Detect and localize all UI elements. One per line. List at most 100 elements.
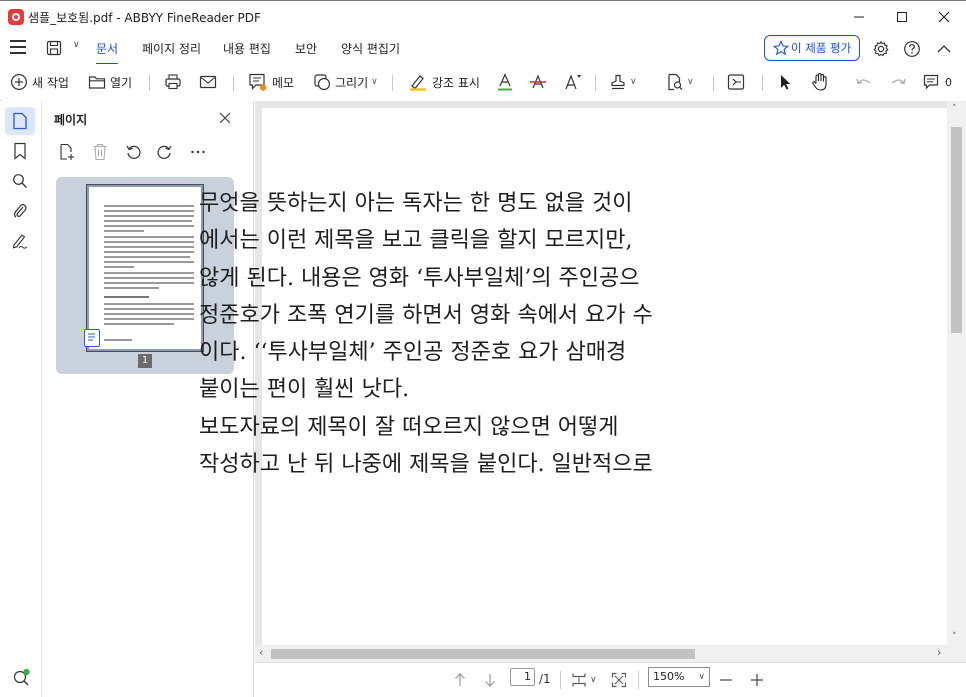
more-options-button[interactable]: [189, 143, 207, 161]
help-icon[interactable]: [903, 40, 921, 58]
maximize-button[interactable]: [880, 1, 924, 33]
toolbar: 새 작업 열기 메모 그리기 ∨ 강조 표시 ∨ ∨ 0: [0, 64, 966, 100]
collapse-ribbon-chevron-icon[interactable]: [935, 40, 953, 58]
tab-organize-pages[interactable]: 페이지 정리: [142, 40, 201, 57]
horizontal-scroll-thumb[interactable]: [271, 649, 695, 659]
new-task-button[interactable]: 새 작업: [10, 73, 69, 91]
thumbnail-text-line: [104, 266, 134, 268]
search-dropdown-chevron-icon: ∨: [687, 77, 694, 87]
rail-search-button[interactable]: [5, 167, 35, 195]
thumbnail-text-line: [104, 215, 194, 217]
shapes-icon: [314, 74, 331, 91]
zoom-out-button[interactable]: [719, 671, 733, 689]
tab-form-editor[interactable]: 양식 편집기: [341, 40, 400, 57]
strikethrough-text-button[interactable]: [529, 73, 547, 91]
insert-text-button[interactable]: [563, 73, 583, 91]
tab-security[interactable]: 보안: [295, 40, 317, 57]
close-window-button[interactable]: [922, 1, 966, 33]
page-view-mode-button[interactable]: ∨: [571, 671, 597, 689]
compare-documents-icon: [727, 74, 745, 90]
draw-button[interactable]: 그리기 ∨: [313, 73, 378, 91]
toolbar-divider: [233, 75, 234, 91]
document-text: 무엇을 뜻하는지 아는 독자는 한 명도 없을 것이 에서는 이런 제목을 보고…: [199, 185, 799, 483]
signature-pen-icon: [12, 234, 28, 249]
panel-close-icon[interactable]: [218, 111, 232, 125]
rail-pages-button[interactable]: [5, 107, 35, 135]
menu-bar: ∨ 문서 페이지 정리 내용 편집 보안 양식 편집기 이 제품 평가: [0, 32, 966, 65]
hamburger-menu-icon[interactable]: [10, 40, 26, 54]
thumbnail-text-line: [104, 210, 194, 212]
minimize-button[interactable]: [837, 1, 881, 33]
open-button[interactable]: 열기: [88, 73, 132, 91]
hand-icon: [812, 72, 827, 91]
underline-text-button[interactable]: [496, 72, 514, 91]
email-button[interactable]: [199, 73, 217, 91]
vertical-scrollbar[interactable]: ˄ ˅: [947, 101, 966, 646]
zoom-in-button[interactable]: [750, 671, 764, 689]
zoom-select[interactable]: 150% ∨: [648, 667, 710, 687]
undo-button[interactable]: [855, 73, 873, 91]
save-icon[interactable]: [46, 40, 62, 56]
insert-text-icon: [565, 74, 581, 90]
vertical-scroll-thumb[interactable]: [951, 127, 962, 333]
settings-gear-icon[interactable]: [872, 40, 890, 58]
next-page-button[interactable]: [483, 671, 497, 689]
scroll-right-arrow-icon[interactable]: ›: [937, 646, 941, 659]
arrow-down-icon: [485, 674, 495, 687]
ellipsis-icon: [191, 150, 205, 154]
previous-page-button[interactable]: [453, 671, 467, 689]
thumbnail-text-line: [104, 256, 190, 258]
new-task-label: 새 작업: [32, 75, 69, 90]
search-page-button[interactable]: ∨: [666, 73, 694, 91]
memo-button[interactable]: 메모: [248, 73, 294, 91]
scroll-left-arrow-icon[interactable]: ‹: [259, 646, 263, 659]
print-button[interactable]: [164, 73, 182, 91]
highlighter-icon: [410, 75, 426, 91]
minus-icon: [720, 679, 732, 681]
rate-product-button[interactable]: 이 제품 평가: [764, 35, 860, 61]
search-icon: [13, 174, 27, 188]
envelope-icon: [199, 75, 217, 89]
comments-button[interactable]: 0: [923, 73, 952, 91]
fit-page-button[interactable]: [611, 671, 627, 689]
scroll-down-arrow-icon[interactable]: ˅: [952, 632, 957, 642]
rail-bookmarks-button[interactable]: [5, 137, 35, 165]
rail-attachments-button[interactable]: [5, 197, 35, 225]
rotate-left-button[interactable]: [124, 143, 142, 161]
save-dropdown-chevron-icon[interactable]: ∨: [73, 40, 80, 50]
stamp-button[interactable]: ∨: [609, 73, 637, 91]
rail-signatures-button[interactable]: [5, 227, 35, 255]
highlight-button[interactable]: 강조 표시: [408, 73, 480, 91]
current-page-input[interactable]: 1: [510, 668, 535, 686]
add-page-button[interactable]: [58, 143, 76, 161]
comments-count: 0: [945, 75, 952, 89]
hand-tool-button[interactable]: [810, 72, 830, 91]
stamp-icon: [611, 74, 625, 90]
scroll-up-arrow-icon[interactable]: ˄: [952, 104, 957, 114]
rotate-right-button[interactable]: [156, 143, 174, 161]
tab-document[interactable]: 문서: [96, 40, 119, 65]
select-pointer-button[interactable]: [776, 73, 794, 91]
total-pages: /1: [539, 672, 551, 686]
document-line: 붙이는 편이 훨씬 낫다.: [199, 377, 410, 403]
thumbnail-text-line: [104, 246, 194, 248]
tab-edit-content[interactable]: 내용 편집: [223, 40, 271, 57]
status-divider: [560, 671, 561, 689]
pages-panel-title: 페이지: [54, 113, 88, 127]
document-search-icon: [668, 73, 683, 91]
ocr-status-search-icon[interactable]: [12, 667, 32, 687]
redo-button[interactable]: [889, 73, 907, 91]
abbyy-logo-icon: [8, 9, 24, 25]
thumbnail-text-line: [104, 282, 194, 284]
thumbnail-page-preview: [86, 184, 204, 352]
thumbnail-text-line: [104, 241, 194, 243]
horizontal-scrollbar[interactable]: ‹ ›: [255, 645, 947, 662]
pointer-arrow-icon: [781, 75, 791, 90]
rotate-right-icon: [157, 145, 172, 159]
document-line: 작성하고 난 뒤 나중에 제목을 붙인다. 일반적으로: [199, 452, 653, 478]
document-line: 보도자료의 제목이 잘 떠오르지 않으면 어떻게: [199, 414, 619, 440]
trash-icon: [93, 143, 107, 161]
delete-page-button[interactable]: [91, 143, 109, 161]
rate-product-label: 이 제품 평가: [791, 41, 852, 55]
compare-button[interactable]: [727, 73, 745, 91]
